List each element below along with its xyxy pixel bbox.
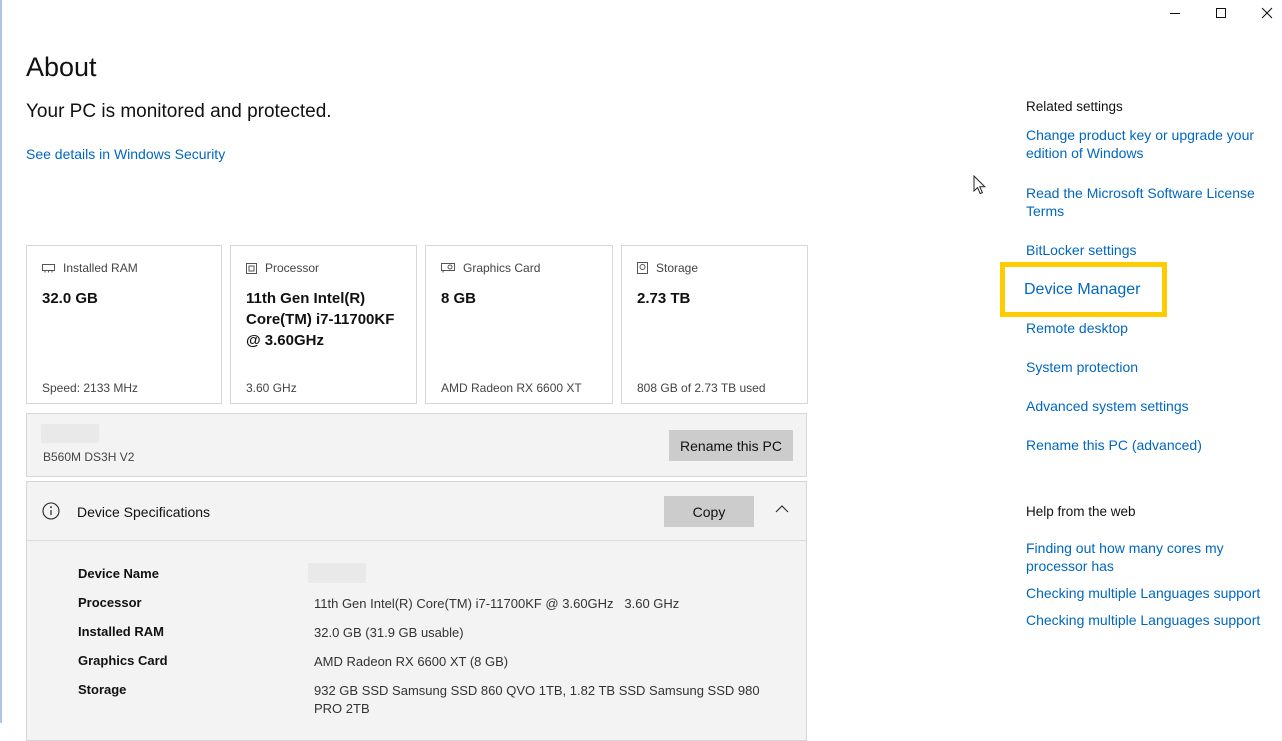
spec-key: Processor	[78, 595, 142, 610]
card-label: Processor	[265, 261, 320, 275]
pc-name-panel: B560M DS3H V2 Rename this PC	[26, 413, 807, 477]
chevron-up-icon[interactable]	[775, 502, 789, 516]
card-subtext: Speed: 2133 MHz	[42, 381, 139, 395]
protection-status: Your PC is monitored and protected.	[26, 101, 332, 122]
minimize-button[interactable]	[1152, 0, 1198, 26]
windows-security-link[interactable]: See details in Windows Security	[26, 146, 225, 162]
license-terms-link[interactable]: Read the Microsoft Software License Term…	[1026, 184, 1266, 220]
rename-pc-advanced-link[interactable]: Rename this PC (advanced)	[1026, 436, 1266, 454]
device-specifications-header[interactable]: Device Specifications Copy	[27, 482, 806, 541]
card-subtext: 3.60 GHz	[246, 381, 297, 395]
help-from-web-heading: Help from the web	[1026, 504, 1136, 519]
related-settings-heading: Related settings	[1026, 99, 1123, 114]
maximize-icon	[1216, 8, 1226, 18]
maximize-button[interactable]	[1198, 0, 1244, 26]
card-value: 8 GB	[441, 290, 477, 307]
card-label: Storage	[656, 261, 699, 275]
copy-button[interactable]: Copy	[664, 496, 754, 527]
card-installed-ram: Installed RAM 32.0 GB Speed: 2133 MHz	[26, 245, 222, 404]
rename-pc-button[interactable]: Rename this PC	[669, 430, 793, 461]
card-storage: Storage 2.73 TB 808 GB of 2.73 TB used	[621, 245, 808, 404]
card-label: Installed RAM	[63, 261, 138, 275]
card-subtext: AMD Radeon RX 6600 XT	[441, 381, 582, 395]
storage-icon	[637, 262, 648, 274]
minimize-icon	[1170, 13, 1180, 14]
card-value: 11th Gen Intel(R) Core(TM) i7-11700KF @ …	[246, 290, 395, 349]
remote-desktop-link[interactable]: Remote desktop	[1026, 319, 1266, 337]
close-icon	[1261, 7, 1273, 19]
processor-icon	[246, 262, 257, 274]
memory-icon	[42, 264, 55, 273]
card-label: Graphics Card	[463, 261, 541, 275]
bitlocker-settings-link[interactable]: BitLocker settings	[1026, 241, 1266, 259]
help-cores-link[interactable]: Finding out how many cores my processor …	[1026, 539, 1266, 575]
mouse-cursor-icon	[973, 175, 987, 195]
graphics-card-icon	[441, 263, 455, 273]
pc-model: B560M DS3H V2	[43, 450, 135, 464]
window-left-edge	[0, 0, 2, 723]
device-specifications-title: Device Specifications	[77, 504, 211, 520]
card-graphics: Graphics Card 8 GB AMD Radeon RX 6600 XT	[425, 245, 613, 404]
card-value: 32.0 GB	[42, 290, 98, 307]
info-icon	[42, 502, 60, 520]
help-languages-link-2[interactable]: Checking multiple Languages support	[1026, 611, 1266, 629]
pc-name-redacted	[41, 424, 99, 443]
card-value: 2.73 TB	[637, 290, 691, 307]
change-product-key-link[interactable]: Change product key or upgrade your editi…	[1026, 126, 1266, 162]
spec-value: 32.0 GB (31.9 GB usable)	[314, 625, 464, 640]
help-languages-link[interactable]: Checking multiple Languages support	[1026, 584, 1266, 602]
device-name-redacted	[308, 563, 366, 583]
spec-value	[308, 563, 764, 588]
spec-key: Installed RAM	[78, 624, 164, 639]
device-manager-link[interactable]: Device Manager	[1024, 281, 1141, 299]
spec-value: 932 GB SSD Samsung SSD 860 QVO 1TB, 1.82…	[314, 683, 760, 716]
system-protection-link[interactable]: System protection	[1026, 358, 1266, 376]
device-specifications-panel: Device Specifications Copy Device Name P…	[26, 481, 807, 741]
spec-value: AMD Radeon RX 6600 XT (8 GB)	[314, 654, 509, 669]
advanced-system-settings-link[interactable]: Advanced system settings	[1026, 397, 1266, 415]
close-button[interactable]	[1244, 0, 1282, 26]
card-processor: Processor 11th Gen Intel(R) Core(TM) i7-…	[230, 245, 417, 404]
card-subtext: 808 GB of 2.73 TB used	[637, 381, 766, 395]
spec-key: Storage	[78, 682, 127, 697]
spec-value: 11th Gen Intel(R) Core(TM) i7-11700KF @ …	[314, 596, 680, 611]
page-title: About	[26, 52, 97, 82]
spec-key: Graphics Card	[78, 653, 168, 668]
spec-key: Device Name	[78, 566, 159, 581]
